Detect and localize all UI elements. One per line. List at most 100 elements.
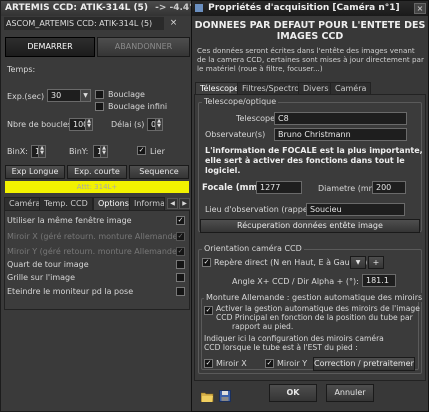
- option-monitor-off-checkbox[interactable]: [176, 287, 185, 296]
- repere-label: Repère direct (N en Haut, E à Gauche): [214, 258, 368, 267]
- focal-label: Focale (mm): [202, 183, 262, 193]
- bouclage-infini-label: Bouclage infini: [108, 102, 168, 111]
- telescope-label: Telescope: [236, 114, 276, 123]
- location-label: Lieu d'observation (rappel): [205, 205, 314, 214]
- indiquer-text: Indiquer ici la configuration des miroir…: [204, 334, 416, 352]
- subtitle-close-icon[interactable]: ×: [168, 18, 179, 29]
- direction-dropdown[interactable]: ▼: [350, 256, 366, 269]
- exp-longue-button[interactable]: Exp Longue: [5, 165, 65, 179]
- cancel-button[interactable]: Annuler: [326, 384, 374, 402]
- exp-label: Exp.(sec): [7, 92, 45, 101]
- indiquer-line2: CCD lorsque le tube est à l'EST du pied …: [204, 343, 358, 352]
- main-window-title-text: ARTEMIS CCD: ATIK-314L (5): [5, 3, 148, 13]
- dialog-app-icon: [195, 3, 203, 12]
- miroirx-label: Miroir X: [216, 359, 247, 368]
- acquisition-dialog: Propriétés d'acquisition [Caméra n°1] × …: [191, 0, 429, 412]
- binx-label: BinX:: [7, 147, 28, 156]
- monture-line2: CCD Principal en fonction de la position…: [216, 313, 413, 322]
- focal-input[interactable]: 1277: [256, 181, 302, 194]
- monture-line3: rapport au pied.: [232, 322, 294, 331]
- orientation-group-label: Orientation caméra CCD: [202, 244, 304, 253]
- miroiry-checkbox[interactable]: ✓: [265, 359, 274, 368]
- main-window-title: ARTEMIS CCD: ATIK-314L (5) -> -4.4°...: [1, 1, 195, 16]
- angle-label: Angle X+ CCD / Dir Alpha + (°):: [232, 277, 359, 286]
- bouclage-checkbox[interactable]: [95, 90, 104, 99]
- option-grid-checkbox[interactable]: [176, 273, 185, 282]
- start-button[interactable]: DEMARRER: [5, 37, 95, 57]
- option-monitor-off: Eteindre le moniteur pd la pose: [7, 287, 133, 296]
- option-mirror-x-label: Miroir X (géré retourn. monture Allemand…: [7, 232, 181, 241]
- temps-label: Temps:: [7, 65, 36, 74]
- save-disk-icon[interactable]: [219, 387, 231, 402]
- spin-arrows-icon[interactable]: ▲ ▼: [85, 119, 92, 130]
- delai-label: Délai (s): [111, 120, 145, 129]
- bouclage-infini-checkbox[interactable]: [95, 102, 104, 111]
- biny-label: BinY:: [69, 147, 89, 156]
- recup-button[interactable]: Récuperation données entête image: [200, 219, 420, 233]
- biny-field[interactable]: 1 ▲▼: [93, 145, 108, 158]
- location-input[interactable]: Soucieu: [306, 203, 405, 216]
- tab-options[interactable]: Options: [93, 197, 134, 210]
- focal-info-line2: elle sert à activer des fonctions dans t…: [205, 156, 405, 165]
- dialog-heading: DONNEES PAR DEFAUT POUR L'ENTETE DES IMA…: [192, 20, 428, 42]
- focal-info-line1: L'information de FOCALE est la plus impo…: [205, 146, 423, 155]
- miroirx-checkbox[interactable]: ✓: [204, 359, 213, 368]
- bouclage-label: Bouclage: [108, 90, 145, 99]
- repere-checkbox[interactable]: ✓: [202, 258, 211, 267]
- option-same-window-label: Utiliser la même fenêtre image: [7, 216, 132, 225]
- option-mirror-y-label: Miroir Y (géré retourn. monture Allemand…: [7, 247, 181, 256]
- option-mirror-y: Miroir Y (géré retourn. monture Allemand…: [7, 247, 180, 256]
- option-monitor-off-label: Eteindre le moniteur pd la pose: [7, 287, 134, 296]
- spin-arrows-icon[interactable]: ▲ ▼: [38, 146, 45, 157]
- option-same-window-checkbox[interactable]: ✓: [176, 216, 185, 225]
- spin-arrows-icon[interactable]: ▲ ▼: [100, 146, 107, 157]
- spin-arrows-icon[interactable]: ▲ ▼: [155, 119, 162, 130]
- option-mirror-y-checkbox[interactable]: ✓: [176, 247, 185, 256]
- tab-informations[interactable]: Informat: [129, 197, 165, 210]
- main-window: ARTEMIS CCD: ATIK-314L (5) -> -4.4°... A…: [0, 0, 196, 412]
- exp-select[interactable]: 30 ▼: [47, 89, 91, 102]
- delai-field[interactable]: 0 ▲ ▼: [147, 118, 163, 131]
- diameter-label: Diametre (mm): [318, 184, 380, 193]
- binx-field[interactable]: 1 ▲▼: [31, 145, 46, 158]
- dialog-title: Propriétés d'acquisition [Caméra n°1]: [208, 3, 400, 13]
- status-bar: Attt: 314L+: [5, 181, 189, 193]
- nb-boucles-field[interactable]: 100 ▲ ▼: [69, 118, 93, 131]
- indiquer-line1: Indiquer ici la configuration des miroir…: [204, 334, 384, 343]
- dialog-heading-line1: DONNEES PAR DEFAUT POUR L'ENTETE DES: [194, 20, 426, 31]
- dialog-intro: Ces données seront écrites dans l'entête…: [197, 46, 427, 73]
- option-grid: Grille sur l'image: [7, 273, 75, 282]
- diameter-input[interactable]: 200: [372, 181, 406, 194]
- monture-text: Activer la gestion automatique des miroi…: [216, 304, 420, 331]
- telescope-group-label: Telescope/optique: [202, 97, 279, 106]
- tab-temp-ccd[interactable]: Temp. CCD: [39, 197, 93, 210]
- lier-checkbox[interactable]: ✓: [137, 146, 146, 155]
- main-window-subtitle: ASCOM_ARTEMIS CCD: ATIK-314L (5): [4, 17, 164, 30]
- open-folder-icon[interactable]: [200, 387, 214, 403]
- tab-scroll-left-icon[interactable]: ◀: [167, 198, 178, 209]
- chevron-down-icon[interactable]: ▼: [80, 90, 90, 101]
- intro-line2: de la camera CCD, certaines sont mises à…: [197, 55, 424, 64]
- sequence-button[interactable]: Sequence: [129, 165, 189, 179]
- tab-scroll-right-icon[interactable]: ▶: [179, 198, 190, 209]
- plus-button[interactable]: +: [368, 256, 384, 269]
- dialog-heading-line2: IMAGES CCD: [276, 31, 344, 42]
- abort-button[interactable]: ABANDONNER: [97, 37, 190, 57]
- dialog-close-icon[interactable]: ×: [414, 3, 426, 14]
- option-quarter-turn-checkbox[interactable]: [176, 260, 185, 269]
- monture-checkbox[interactable]: ✓: [204, 306, 213, 315]
- option-mirror-x-checkbox[interactable]: ✓: [176, 232, 185, 241]
- option-same-window: Utiliser la même fenêtre image: [7, 216, 132, 225]
- option-quarter-turn-label: Quart de tour image: [7, 260, 89, 269]
- status-text: Attt: 314L+: [76, 183, 118, 191]
- correction-button[interactable]: Correction / pretraitement: [313, 357, 415, 371]
- nb-boucles-label: Nbre de boucles: [7, 120, 72, 129]
- monture-line1: Activer la gestion automatique des miroi…: [216, 304, 420, 313]
- exp-courte-button[interactable]: Exp. courte: [67, 165, 127, 179]
- main-window-title-extra: -> -4.4°...: [155, 3, 195, 13]
- observer-input[interactable]: Bruno Christmann: [274, 128, 407, 141]
- focal-info: L'information de FOCALE est la plus impo…: [205, 146, 423, 176]
- telescope-input[interactable]: C8: [274, 112, 407, 125]
- angle-input[interactable]: 181.1: [362, 274, 396, 287]
- ok-button[interactable]: OK: [269, 384, 317, 402]
